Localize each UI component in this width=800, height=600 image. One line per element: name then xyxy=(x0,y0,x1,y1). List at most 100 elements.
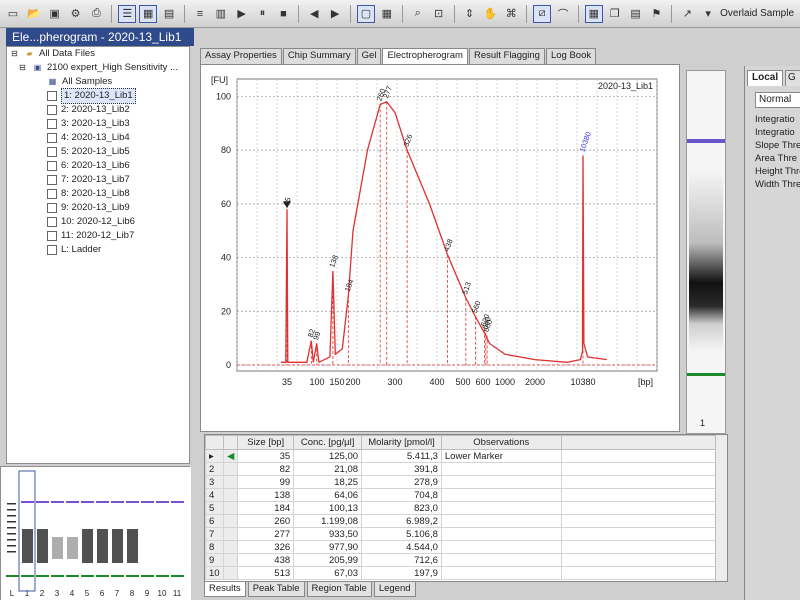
bottom-tab-peak-table[interactable]: Peak Table xyxy=(247,582,305,597)
tree-sample-item[interactable]: 10: 2020-12_Lib6 xyxy=(7,215,189,229)
column-header[interactable]: Molarity [pmol/l] xyxy=(361,435,442,450)
tree-sample-item[interactable]: 3: 2020-13_Lib3 xyxy=(7,117,189,131)
grid-icon[interactable]: ▦ xyxy=(584,4,603,23)
row-number: 8 xyxy=(205,540,224,554)
print-preview-icon[interactable]: ▤ xyxy=(627,5,645,23)
table-row[interactable]: 2 82 21,08 391,8 xyxy=(205,462,727,476)
axis-icon[interactable]: ↗ xyxy=(678,5,696,23)
curve-icon[interactable]: ⌒ xyxy=(554,5,572,23)
column-header[interactable]: Observations xyxy=(440,435,562,450)
zoom-region-icon[interactable]: ⊡ xyxy=(430,5,448,23)
column-header[interactable]: Size [bp] xyxy=(237,435,295,450)
tree-all-samples[interactable]: ▦ All Samples xyxy=(7,75,189,89)
scale-icon[interactable]: ⇕ xyxy=(461,5,479,23)
tree-file-label: 2100 expert_High Sensitivity ... xyxy=(47,62,178,73)
tree-sample-item[interactable]: 1: 2020-13_Lib1 xyxy=(7,88,189,104)
sample-checkbox[interactable] xyxy=(47,203,57,213)
table-scrollbar[interactable] xyxy=(715,435,727,581)
tab-gel[interactable]: Gel xyxy=(356,48,382,64)
new-icon[interactable]: ▭ xyxy=(4,5,22,23)
tree-sample-item[interactable]: 9: 2020-13_Lib9 xyxy=(7,201,189,215)
table-row[interactable]: ▸ ◀ 35 125,00 5.411,3 Lower Marker xyxy=(205,449,727,463)
grid-view-icon[interactable]: ▦ xyxy=(378,5,396,23)
lower-marker-thumb xyxy=(96,575,109,577)
minus-icon[interactable]: ⊟ xyxy=(17,63,28,73)
chart-icon[interactable]: ▥ xyxy=(212,5,230,23)
cell-mol: 823,0 xyxy=(361,501,442,515)
stop-icon[interactable]: ■ xyxy=(274,5,292,23)
lane-label: 6 xyxy=(100,589,105,598)
bottom-tab-legend[interactable]: Legend xyxy=(373,582,416,597)
pause-icon[interactable]: ⏸ xyxy=(254,5,272,23)
tree-view-icon[interactable]: ☰ xyxy=(118,4,137,23)
table-row[interactable]: 3 99 18,25 278,9 xyxy=(205,475,727,489)
tree-sample-item[interactable]: 11: 2020-12_Lib7 xyxy=(7,229,189,243)
table-view-icon[interactable]: ▤ xyxy=(160,5,178,23)
column-header[interactable]: Conc. [pg/µl] xyxy=(293,435,363,450)
tree-sample-item[interactable]: L: Ladder xyxy=(7,243,189,257)
single-view-icon[interactable]: ▢ xyxy=(357,4,375,23)
flag-icon[interactable]: ⚑ xyxy=(648,5,666,23)
sample-checkbox[interactable] xyxy=(47,91,57,101)
table-row[interactable]: 7 277 933,50 5.106,8 xyxy=(205,527,727,541)
marker-cell xyxy=(222,527,239,541)
sample-checkbox[interactable] xyxy=(47,147,57,157)
hand-icon[interactable]: ✋ xyxy=(481,5,499,23)
electropherogram-chart[interactable]: 0 20 40 60 80 100 35 100 150 200 300 400 500 600 1000 2… xyxy=(201,65,679,431)
overlaid-sample-label[interactable]: Overlaid Sample xyxy=(720,8,796,19)
bottom-tab-results[interactable]: Results xyxy=(204,582,246,597)
overlay-icon[interactable]: ⧄ xyxy=(533,4,552,23)
upper-marker-thumb xyxy=(111,501,124,503)
sample-checkbox[interactable] xyxy=(47,105,57,115)
open-folder-icon[interactable]: 📂 xyxy=(25,5,43,23)
tree-sample-item[interactable]: 4: 2020-13_Lib4 xyxy=(7,131,189,145)
tab-assay-properties[interactable]: Assay Properties xyxy=(200,48,282,64)
sample-checkbox[interactable] xyxy=(47,245,57,255)
sample-checkbox[interactable] xyxy=(47,119,57,129)
tree-sample-item[interactable]: 8: 2020-13_Lib8 xyxy=(7,187,189,201)
table-row[interactable]: 8 326 977,90 4.544,0 xyxy=(205,540,727,554)
tree-sample-item[interactable]: 6: 2020-13_Lib6 xyxy=(7,159,189,173)
sample-checkbox[interactable] xyxy=(47,175,57,185)
x-tick-label: 2000 xyxy=(525,377,545,387)
layout-icon[interactable]: ▦ xyxy=(139,4,158,23)
zoom-icon[interactable]: ⌕ xyxy=(409,5,427,23)
tab-global[interactable]: G xyxy=(785,70,800,86)
gel-icon[interactable]: ≡ xyxy=(191,5,209,23)
sample-checkbox[interactable] xyxy=(47,189,57,199)
tree-sample-item[interactable]: 2: 2020-13_Lib2 xyxy=(7,103,189,117)
lane-label: 11 xyxy=(173,589,182,598)
bottom-tab-region-table[interactable]: Region Table xyxy=(306,582,372,597)
table-row[interactable]: 5 184 100,13 823,0 xyxy=(205,501,727,515)
table-row[interactable]: 10 513 67,03 197,9 xyxy=(205,566,727,580)
mode-select[interactable]: Normal xyxy=(755,92,800,108)
y-tick-label: 80 xyxy=(221,145,231,155)
sample-checkbox[interactable] xyxy=(47,217,57,227)
tag-icon[interactable]: ⌘ xyxy=(502,5,520,23)
windows-icon[interactable]: ❐ xyxy=(606,5,624,23)
tab-result-flagging[interactable]: Result Flagging xyxy=(468,48,545,64)
sample-checkbox[interactable] xyxy=(47,231,57,241)
save-icon[interactable]: ▣ xyxy=(46,5,64,23)
tree-sample-item[interactable]: 5: 2020-13_Lib5 xyxy=(7,145,189,159)
tab-chip-summary[interactable]: Chip Summary xyxy=(282,48,356,64)
table-row[interactable]: 4 138 64,06 704,8 xyxy=(205,488,727,502)
tree-sample-item[interactable]: 7: 2020-13_Lib7 xyxy=(7,173,189,187)
tree-file[interactable]: ⊟ ▣ 2100 expert_High Sensitivity ... xyxy=(7,61,189,75)
dropdown-arrow-icon[interactable]: ▾ xyxy=(699,5,717,23)
minus-icon[interactable]: ⊟ xyxy=(9,49,20,59)
sample-checkbox[interactable] xyxy=(47,161,57,171)
tab-log-book[interactable]: Log Book xyxy=(545,48,597,64)
sample-checkbox[interactable] xyxy=(47,133,57,143)
tree-root[interactable]: ⊟ ▰ All Data Files xyxy=(7,47,189,61)
tab-local[interactable]: Local xyxy=(747,70,783,86)
tab-electropherogram[interactable]: Electropherogram xyxy=(382,48,468,65)
toolbar-divider xyxy=(526,4,528,23)
settings-icon[interactable]: ⚙ xyxy=(67,5,85,23)
table-row[interactable]: 9 438 205,99 712,6 xyxy=(205,553,727,567)
play-icon[interactable]: ▶ xyxy=(233,5,251,23)
print-icon[interactable]: ⎙ xyxy=(88,5,106,23)
forward-icon[interactable]: ▶ xyxy=(326,5,344,23)
back-icon[interactable]: ◀ xyxy=(305,5,323,23)
table-row[interactable]: 6 260 1.199,08 6.989,2 xyxy=(205,514,727,528)
